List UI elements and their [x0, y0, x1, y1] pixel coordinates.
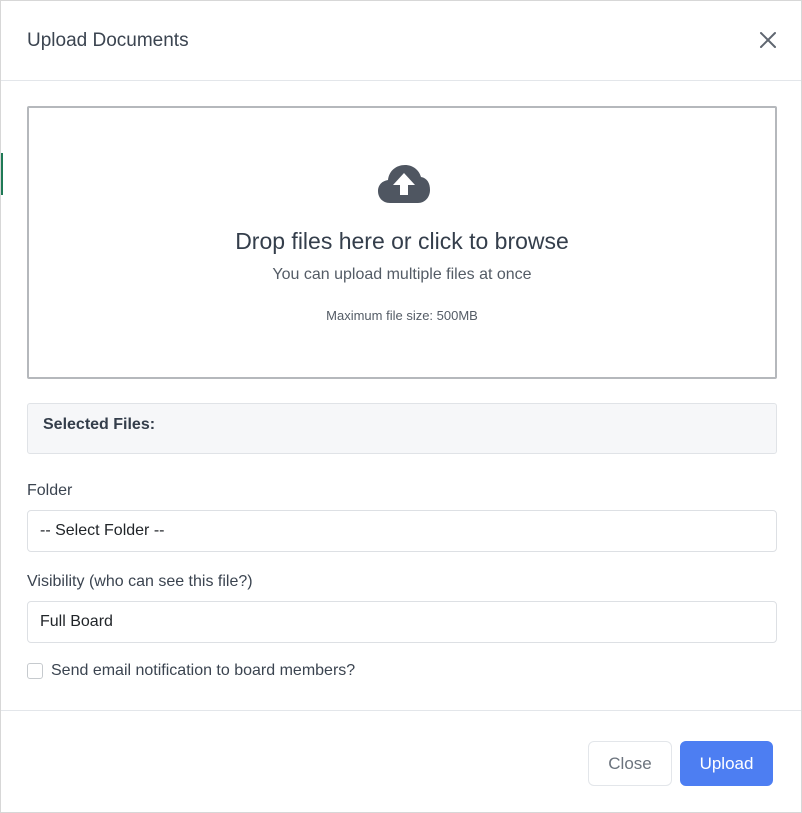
- cloud-upload-icon: [377, 163, 431, 205]
- close-icon[interactable]: [755, 27, 781, 53]
- upload-documents-modal: Upload Documents Drop files here or clic…: [0, 0, 802, 813]
- footer-divider: [1, 710, 801, 711]
- notify-checkbox[interactable]: [27, 663, 43, 679]
- folder-select[interactable]: -- Select Folder --: [27, 510, 777, 552]
- folder-label: Folder: [27, 482, 73, 499]
- close-button[interactable]: Close: [588, 741, 672, 786]
- dropzone-title: Drop files here or click to browse: [235, 228, 569, 254]
- dropzone-max-size: Maximum file size: 500MB: [326, 308, 478, 323]
- modal-title: Upload Documents: [27, 30, 189, 51]
- selected-files-panel: Selected Files:: [27, 403, 777, 454]
- visibility-label: Visibility (who can see this file?): [27, 573, 253, 590]
- visibility-select[interactable]: Full Board: [27, 601, 777, 643]
- dropzone-subtitle: You can upload multiple files at once: [272, 266, 532, 283]
- folder-select-value: -- Select Folder --: [40, 522, 165, 539]
- notify-checkbox-label[interactable]: Send email notification to board members…: [51, 662, 355, 680]
- file-dropzone[interactable]: Drop files here or click to browse You c…: [27, 106, 777, 379]
- upload-button[interactable]: Upload: [680, 741, 773, 786]
- backdrop-edge: [1, 153, 3, 195]
- selected-files-label: Selected Files:: [43, 416, 156, 433]
- modal-header: Upload Documents: [1, 1, 801, 81]
- visibility-select-value: Full Board: [40, 613, 113, 630]
